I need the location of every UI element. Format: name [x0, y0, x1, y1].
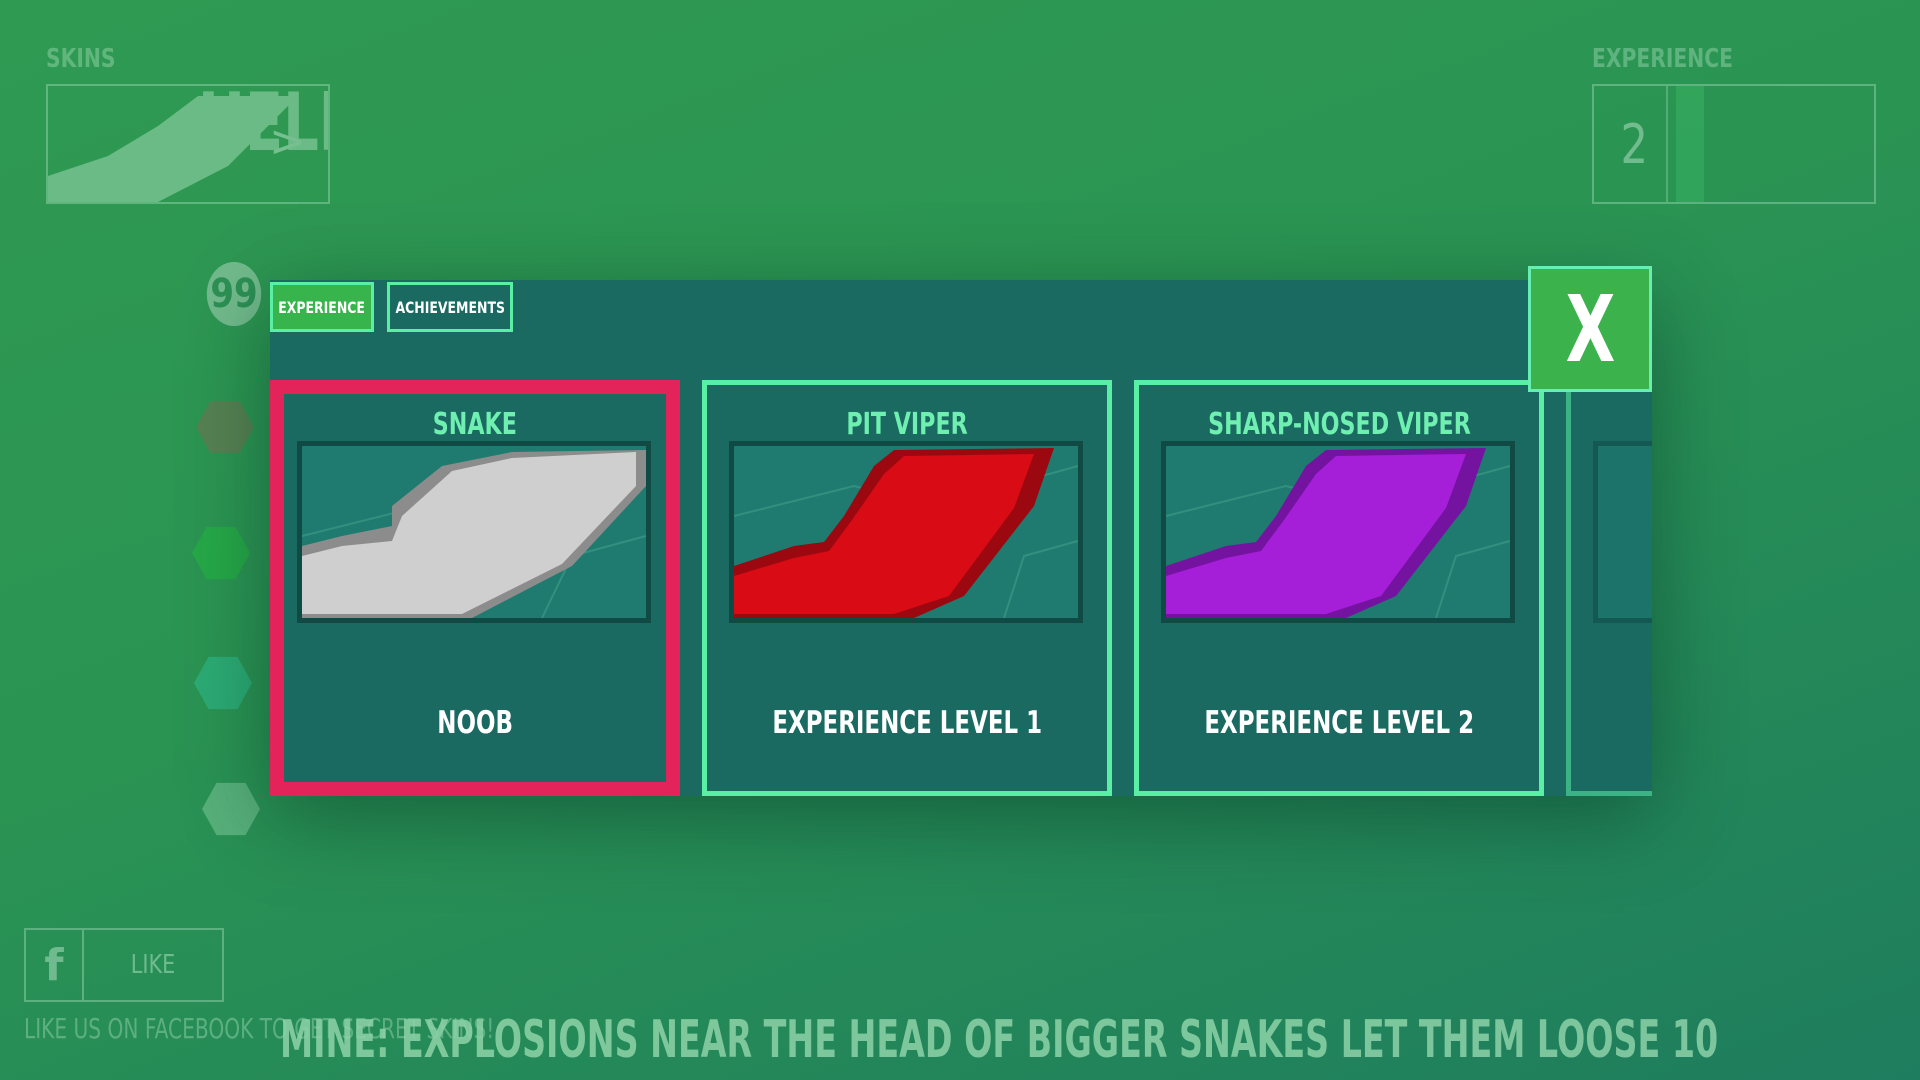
skin-name: PIT VIPER — [846, 407, 968, 442]
arrow-right-icon: > — [269, 116, 306, 167]
tab-label: ACHIEVEMENTS — [395, 297, 505, 317]
skin-card-sharp-nosed-viper[interactable]: SHARP-NOSED VIPER EXPERIENCE LEVEL 2 — [1134, 380, 1544, 796]
close-icon: X — [1565, 275, 1615, 383]
experience-label: EXPERIENCE — [1592, 44, 1733, 74]
pit-viper-skin-icon — [734, 448, 1078, 618]
skin-card-next[interactable] — [1566, 380, 1652, 796]
tip-text: MINE: EXPLOSIONS NEAR THE HEAD OF BIGGER… — [280, 1010, 1719, 1070]
skin-name: SHARP-NOSED VIPER — [1207, 407, 1471, 442]
skin-preview — [1161, 441, 1515, 623]
help-text: HELP — [198, 84, 328, 169]
hexagon-icon — [192, 526, 250, 580]
skins-label: SKINS — [46, 44, 116, 74]
skins-dialog: EXPERIENCE ACHIEVEMENTS SNAKE NOOB PIT V… — [270, 280, 1652, 796]
experience-box: 2 — [1592, 84, 1876, 204]
tab-label: EXPERIENCE — [278, 297, 366, 317]
sharp-nosed-viper-skin-icon — [1166, 448, 1510, 618]
skin-name: SNAKE — [432, 407, 518, 442]
hexagon-icon — [194, 656, 252, 710]
skin-requirement: EXPERIENCE LEVEL 1 — [772, 705, 1042, 741]
skin-preview — [1593, 441, 1652, 623]
skins-button[interactable]: HELP > — [46, 84, 330, 204]
skin-requirement: NOOB — [437, 705, 513, 741]
skin-card-pit-viper[interactable]: PIT VIPER EXPERIENCE LEVEL 1 — [702, 380, 1112, 796]
facebook-icon: f — [26, 930, 84, 1000]
snake-skin-icon — [302, 450, 646, 618]
hexagon-icon — [196, 400, 254, 454]
skin-preview — [297, 441, 651, 623]
skin-requirement: EXPERIENCE LEVEL 2 — [1204, 705, 1474, 741]
tab-achievements[interactable]: ACHIEVEMENTS — [387, 282, 513, 332]
skin-card-snake[interactable]: SNAKE NOOB — [270, 380, 680, 796]
skin-preview — [729, 441, 1083, 623]
like-label: LIKE — [130, 950, 176, 980]
experience-level: 2 — [1602, 86, 1668, 202]
experience-progress-bar — [1676, 86, 1704, 202]
rank-badge: 99 — [206, 262, 262, 326]
close-button[interactable]: X — [1528, 266, 1652, 392]
facebook-like-button[interactable]: f LIKE — [24, 928, 224, 1002]
tab-experience[interactable]: EXPERIENCE — [270, 282, 374, 332]
hexagon-icon — [202, 782, 260, 836]
